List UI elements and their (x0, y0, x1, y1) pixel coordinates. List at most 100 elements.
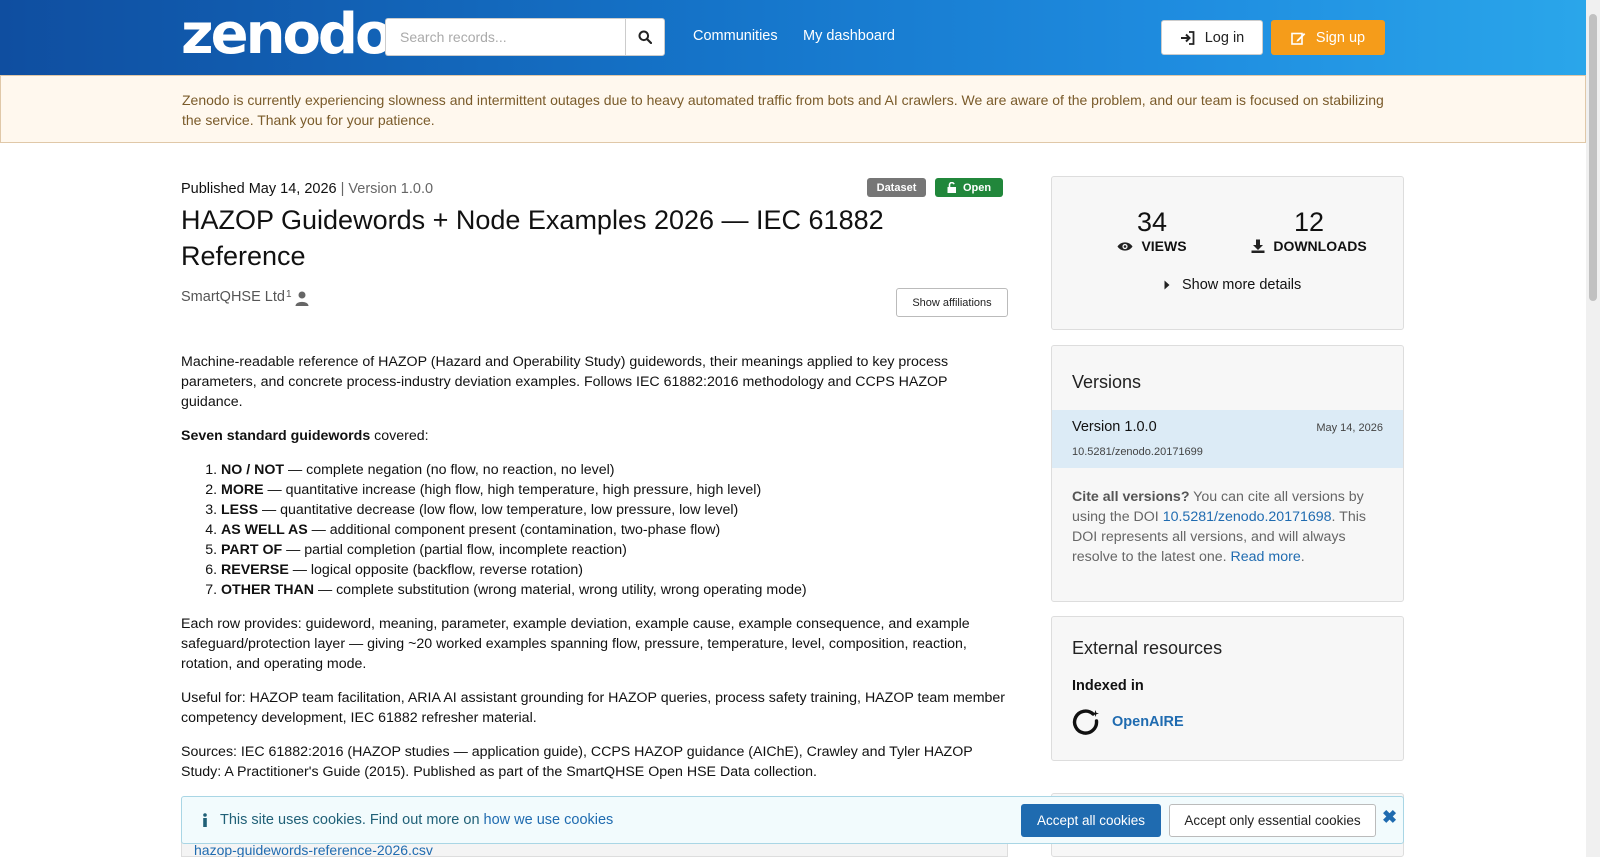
guideword-meaning: — logical opposite (backflow, reverse ro… (288, 562, 583, 578)
cite-end: . (1300, 549, 1305, 565)
record-title: HAZOP Guidewords + Node Examples 2026 — … (181, 205, 884, 271)
guideword-term: AS WELL AS (221, 522, 308, 538)
creator: SmartQHSE Ltd 1 (181, 289, 309, 306)
resource-type-label: Dataset (876, 181, 917, 194)
file-name-link[interactable]: hazop-guidewords-reference-2026.csv (194, 842, 433, 857)
cookie-text: This site uses cookies. Find out more on (220, 812, 484, 828)
version-number: Version 1.0.0 (1072, 419, 1157, 435)
show-affiliations-button[interactable]: Show affiliations (896, 288, 1008, 317)
concept-doi-link[interactable]: 10.5281/zenodo.20171698 (1163, 509, 1332, 525)
scrollbar-thumb[interactable] (1589, 14, 1597, 301)
cookie-message: This site uses cookies. Find out more on… (202, 812, 613, 828)
list-item: NO / NOT — complete negation (no flow, n… (221, 460, 1011, 480)
version-doi: 10.5281/zenodo.20171699 (1072, 446, 1203, 458)
versions-heading: Versions (1072, 372, 1142, 392)
banner-message: Zenodo is currently experiencing slownes… (182, 92, 1384, 128)
search-icon (638, 30, 652, 44)
cookie-policy-link[interactable]: how we use cookies (484, 812, 614, 828)
list-item: PART OF — partial completion (partial fl… (221, 540, 1011, 560)
downloads-count: 12 (1293, 207, 1325, 237)
publication-info: Published May 14, 2026 | Version 1.0.0 (181, 181, 433, 197)
openaire-link[interactable]: OpenAIRE (1072, 708, 1184, 736)
description-intro: Machine-readable reference of HAZOP (Haz… (181, 354, 949, 410)
external-resources-card: External resources Indexed in OpenAIRE (1051, 616, 1404, 761)
openaire-icon (1072, 709, 1099, 735)
search-input[interactable] (385, 18, 625, 56)
description-sources: Sources: IEC 61882:2016 (HAZOP studies —… (181, 744, 973, 780)
list-item: AS WELL AS — additional component presen… (221, 520, 1011, 540)
cite-bold: Cite all versions? (1072, 489, 1190, 505)
accept-essential-cookies-button[interactable]: Accept only essential cookies (1169, 804, 1376, 837)
site-header: zenodo Communities My dashboard Log in S… (0, 0, 1586, 75)
version-date: May 14, 2026 (1316, 422, 1383, 434)
views-label-row: VIEWS (1112, 238, 1192, 254)
description-useful: Useful for: HAZOP team facilitation, ARI… (181, 690, 1006, 726)
list-item: LESS — quantitative decrease (low flow, … (221, 500, 1011, 520)
read-more-link[interactable]: Read more (1231, 549, 1301, 565)
guideword-term: NO / NOT (221, 462, 285, 478)
views-stat: 34 VIEWS (1112, 207, 1192, 254)
downloads-label-row: DOWNLOADS (1244, 238, 1374, 254)
list-item: REVERSE — logical opposite (backflow, re… (221, 560, 1011, 580)
guidewords-list: NO / NOT — complete negation (no flow, n… (221, 460, 1011, 600)
signup-button[interactable]: Sign up (1271, 20, 1385, 55)
versions-card: Versions Version 1.0.0 10.5281/zenodo.20… (1051, 345, 1404, 602)
accept-all-cookies-button[interactable]: Accept all cookies (1021, 804, 1161, 837)
zenodo-logo[interactable]: zenodo (181, 6, 393, 64)
close-icon[interactable]: ✖ (1382, 807, 1397, 828)
guideword-term: OTHER THAN (221, 582, 315, 598)
views-label: VIEWS (1141, 238, 1187, 254)
user-icon (295, 291, 309, 306)
show-more-details-label: Show more details (1182, 277, 1302, 293)
downloads-stat: 12 DOWNLOADS (1244, 207, 1374, 254)
search-button[interactable] (625, 18, 665, 56)
guideword-meaning: — complete substitution (wrong material,… (314, 582, 807, 598)
guideword-term: PART OF (221, 542, 283, 558)
guideword-meaning: — additional component present (contamin… (307, 522, 721, 538)
guidewords-heading-bold: Seven standard guidewords (181, 428, 371, 444)
outage-banner: Zenodo is currently experiencing slownes… (0, 75, 1586, 143)
creator-name[interactable]: SmartQHSE Ltd (181, 289, 285, 305)
downloads-label: DOWNLOADS (1273, 238, 1367, 254)
access-label: Open (962, 181, 992, 194)
page-scrollbar[interactable] (1586, 0, 1600, 857)
description-rows: Each row provides: guideword, meaning, p… (181, 616, 970, 672)
guideword-meaning: — quantitative increase (high flow, high… (263, 482, 762, 498)
list-item: OTHER THAN — complete substitution (wron… (221, 580, 1011, 600)
guideword-meaning: — quantitative decrease (low flow, low t… (258, 502, 739, 518)
resource-type-badge: Dataset (867, 178, 926, 197)
published-date: Published May 14, 2026 (181, 181, 337, 197)
search-bar (385, 18, 665, 56)
external-heading: External resources (1072, 638, 1223, 658)
guideword-term: LESS (221, 502, 259, 518)
unlock-icon (947, 182, 956, 193)
edit-icon (1291, 32, 1306, 45)
cite-all-versions: Cite all versions? You can cite all vers… (1072, 487, 1387, 567)
guideword-meaning: — complete negation (no flow, no reactio… (284, 462, 615, 478)
download-icon (1251, 239, 1265, 253)
guideword-term: REVERSE (221, 562, 289, 578)
guidewords-heading: Seven standard guidewords covered: (181, 426, 1011, 446)
openaire-label: OpenAIRE (1112, 714, 1184, 730)
record-description: Machine-readable reference of HAZOP (Haz… (181, 352, 1011, 796)
login-button[interactable]: Log in (1161, 20, 1263, 55)
indexed-in-label: Indexed in (1072, 678, 1144, 694)
nav-communities[interactable]: Communities (693, 28, 778, 44)
guideword-term: MORE (221, 482, 264, 498)
version-item[interactable]: Version 1.0.0 10.5281/zenodo.20171699 Ma… (1052, 410, 1403, 468)
eye-icon (1117, 241, 1133, 251)
nav-my-dashboard[interactable]: My dashboard (803, 28, 895, 44)
caret-right-icon (1164, 280, 1170, 290)
affiliation-index: 1 (285, 289, 292, 300)
cookie-banner: This site uses cookies. Find out more on… (181, 796, 1404, 844)
list-item: MORE — quantitative increase (high flow,… (221, 480, 1011, 500)
access-badge[interactable]: Open (935, 178, 1003, 197)
info-icon (203, 813, 207, 827)
version-label: | Version 1.0.0 (340, 181, 434, 197)
stats-card: 34 VIEWS 12 DOWNLOADS Show more details (1051, 176, 1404, 330)
signup-label: Sign up (1315, 29, 1366, 46)
sign-in-icon (1180, 30, 1195, 45)
login-label: Log in (1204, 29, 1245, 46)
show-more-details-toggle[interactable]: Show more details (1164, 277, 1301, 293)
views-count: 34 (1136, 207, 1168, 237)
